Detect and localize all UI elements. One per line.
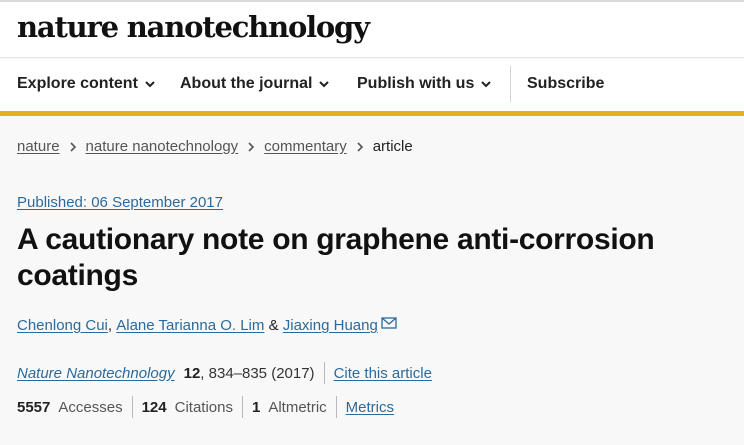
metrics-link[interactable]: Metrics	[346, 399, 394, 416]
breadcrumb-current: article	[372, 138, 413, 155]
nav-about-journal-label: About the journal	[180, 75, 313, 92]
accesses-label: Accesses	[58, 398, 123, 416]
mail-icon[interactable]	[381, 316, 397, 329]
breadcrumb-item-nature[interactable]: nature	[17, 138, 60, 155]
breadcrumb: nature nature nanotechnology commentary …	[17, 138, 413, 155]
breadcrumb-item-commentary[interactable]: commentary	[264, 138, 347, 155]
nav-publish-with-us[interactable]: Publish with us	[357, 75, 492, 93]
volume: 12	[183, 364, 201, 382]
citations-label: Citations	[174, 398, 233, 416]
altmetric-count: 1	[251, 398, 261, 416]
author-link[interactable]: Alane Tarianna O. Lim	[116, 317, 264, 334]
citations-count: 124	[141, 398, 167, 416]
nav-explore-content-label: Explore content	[17, 75, 138, 92]
divider	[241, 396, 243, 418]
chevron-down-icon	[319, 81, 330, 88]
chevron-right-icon	[357, 141, 363, 152]
article-title: A cautionary note on graphene anti-corro…	[17, 223, 655, 292]
accent-bar	[0, 111, 744, 116]
nav-publish-with-us-label: Publish with us	[357, 75, 475, 92]
journal-link[interactable]: Nature Nanotechnology	[17, 365, 175, 382]
nav-divider	[510, 66, 511, 102]
author-link[interactable]: Chenlong Cui	[17, 317, 108, 334]
subscribe-label: Subscribe	[527, 75, 605, 92]
altmetric-label: Altmetric	[268, 398, 327, 416]
author-and: &	[268, 317, 279, 334]
chevron-right-icon	[69, 141, 76, 152]
chevron-down-icon	[481, 81, 492, 88]
published-date[interactable]: Published: 06 September 2017	[17, 194, 223, 211]
citation-line: Nature Nanotechnology 12 , 834–835 (2017…	[17, 362, 432, 384]
logo-bar: nature nanotechnology	[0, 2, 744, 58]
nav-about-journal[interactable]: About the journal	[180, 75, 330, 93]
main-nav: Explore content About the journal Publis…	[0, 59, 744, 112]
accesses-count: 5557	[17, 398, 51, 416]
divider	[131, 396, 133, 418]
chevron-down-icon	[145, 81, 155, 88]
author-list: Chenlong Cui , Alane Tarianna O. Lim & J…	[17, 316, 397, 334]
cite-this-article-link[interactable]: Cite this article	[334, 365, 432, 382]
divider	[335, 396, 337, 418]
nav-explore-content[interactable]: Explore content	[17, 75, 156, 93]
breadcrumb-item-nature-nanotechnology[interactable]: nature nanotechnology	[86, 138, 239, 155]
author-link[interactable]: Jiaxing Huang	[283, 317, 378, 334]
journal-logo[interactable]: nature nanotechnology	[17, 10, 370, 44]
divider	[323, 362, 325, 384]
metrics-line: 5557 Accesses 124 Citations 1 Altmetric …	[17, 396, 394, 418]
pages-year: , 834–835 (2017)	[200, 364, 315, 382]
subscribe-link[interactable]: Subscribe	[527, 75, 604, 93]
chevron-right-icon	[248, 141, 255, 152]
